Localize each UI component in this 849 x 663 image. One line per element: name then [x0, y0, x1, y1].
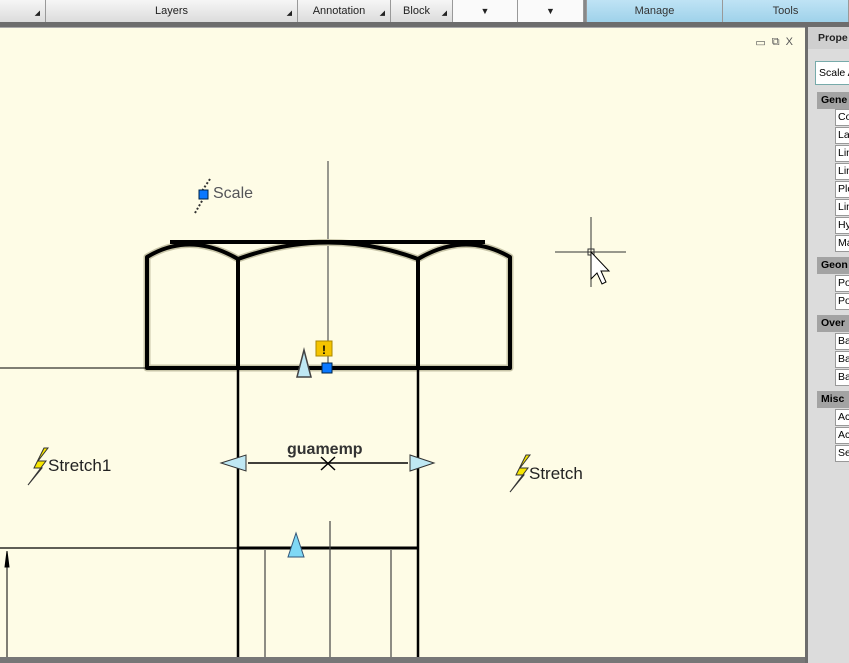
chevron-down-icon: ▼	[480, 6, 490, 16]
property-row[interactable]: Co	[835, 109, 849, 126]
expand-icon[interactable]: ◢	[35, 9, 40, 17]
arrowhead-icon	[4, 550, 10, 568]
ribbon-panel-block[interactable]: Block ◢	[391, 0, 453, 22]
tab-label: Tools	[772, 5, 799, 17]
group-geometry[interactable]: Geon	[817, 257, 849, 274]
stretch1-label: Stretch1	[48, 456, 112, 475]
lookup-grip-icon	[287, 531, 305, 558]
stretch-label: Stretch	[529, 464, 583, 483]
property-row[interactable]: Ac	[835, 409, 849, 426]
property-row[interactable]: Lin	[835, 199, 849, 216]
scale-parameter-label: Scale	[213, 185, 254, 202]
group-misc[interactable]: Misc	[817, 391, 849, 408]
canvas-border	[0, 657, 805, 663]
property-row[interactable]: Hy	[835, 217, 849, 234]
tab-tools[interactable]: Tools	[723, 0, 849, 22]
panel-label: Annotation	[312, 5, 366, 17]
object-type-select[interactable]: Scale A	[815, 61, 849, 85]
lightning-icon	[509, 454, 532, 493]
tab-manage[interactable]: Manage	[587, 0, 723, 22]
property-row[interactable]: Po	[835, 275, 849, 292]
tab-label: Manage	[634, 5, 675, 17]
property-row[interactable]: Ba	[835, 333, 849, 350]
properties-palette: Prope Scale A Gene Co La Lin Lin Plo Lin…	[808, 27, 849, 663]
grip-icon	[321, 362, 333, 374]
svg-text:!: !	[322, 343, 326, 357]
expand-icon[interactable]: ◢	[287, 9, 292, 17]
property-row[interactable]: Ba	[835, 351, 849, 368]
flip-grip-icon	[296, 347, 312, 378]
palette-title[interactable]: Prope	[808, 27, 849, 49]
stretch-arrow-grip-icon	[219, 454, 247, 472]
group-general[interactable]: Gene	[817, 92, 849, 109]
expand-icon[interactable]: ◢	[380, 9, 385, 17]
property-row[interactable]: Lin	[835, 163, 849, 180]
panel-label: Block	[403, 5, 430, 17]
ribbon-dropdown-2[interactable]: ▼	[518, 0, 584, 22]
ribbon-panel-annotation[interactable]: Annotation ◢	[298, 0, 391, 22]
drawing: !	[0, 161, 626, 658]
property-row[interactable]: Lin	[835, 145, 849, 162]
expand-icon[interactable]: ◢	[442, 9, 447, 17]
property-row[interactable]: Po	[835, 293, 849, 310]
stretch-arrow-grip-icon	[409, 454, 436, 472]
crosshair-cursor-icon	[555, 217, 626, 287]
property-row[interactable]: Plo	[835, 181, 849, 198]
property-row[interactable]: Ac	[835, 427, 849, 444]
group-overrides[interactable]: Over	[817, 315, 849, 332]
panel-label: Layers	[154, 5, 189, 17]
chevron-down-icon: ▼	[546, 6, 555, 16]
drawing-canvas[interactable]: ▭ ⧉ X ! Scale Stretch1 Stretch guamemp	[0, 27, 805, 658]
property-row[interactable]: La	[835, 127, 849, 144]
ribbon-dropdown-1[interactable]: ▼	[453, 0, 518, 22]
property-row[interactable]: Ba	[835, 369, 849, 386]
distance-parameter-label: guamemp	[287, 441, 363, 458]
property-row[interactable]: Se	[835, 445, 849, 462]
property-row[interactable]: Ma	[835, 235, 849, 252]
ribbon-panel-unnamed[interactable]: ◢	[0, 0, 46, 22]
grip-icon	[198, 189, 209, 200]
lightning-icon	[27, 447, 50, 486]
ribbon-panel-layers[interactable]: Layers ◢	[46, 0, 298, 22]
